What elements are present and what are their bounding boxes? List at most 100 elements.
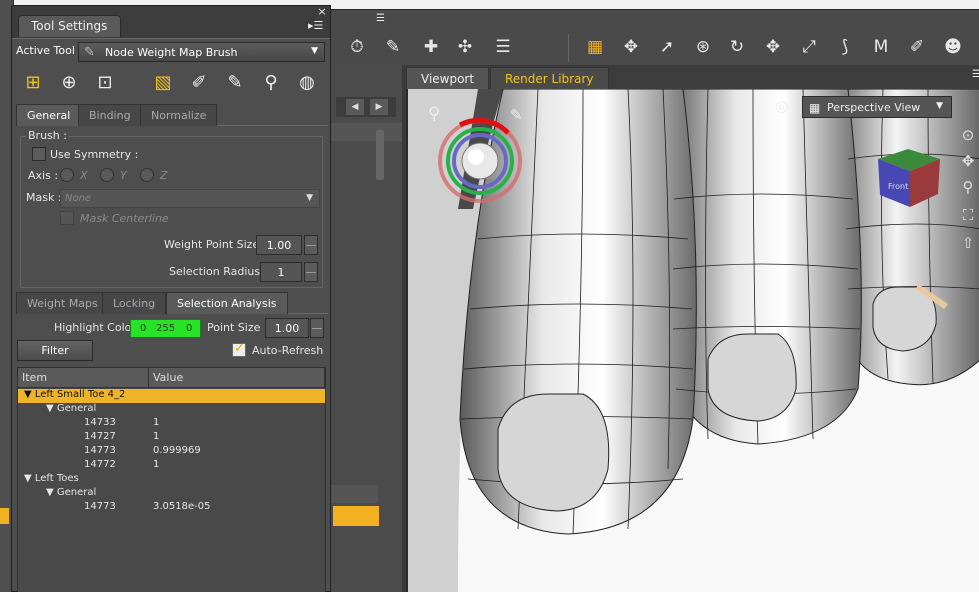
axis-y-radio[interactable] [100,168,114,182]
tree-row[interactable]: ▼ Left Small Toe 4_2 [18,389,325,403]
tab-normalize[interactable]: Normalize [140,104,218,126]
toolbar-menu-icon[interactable]: ☰ [376,13,390,27]
weight-point-size-label: Weight Point Size : [164,238,267,251]
column-header-value[interactable]: Value [149,368,325,388]
nav-prev-button[interactable]: ◀ [346,99,364,115]
tool-icon-row: ⊞ ⊕ ⊡ ▧ ✐ ✎ ⚲ ◍ [12,64,330,104]
tab-weight-maps[interactable]: Weight Maps [16,292,109,314]
viewport-menu-icon[interactable]: ☰ [972,69,979,80]
tree-row[interactable]: 14773 3.0518e-05 [18,501,325,515]
tree-row[interactable]: 14733 1 [18,417,325,431]
tree-row[interactable]: 14727 1 [18,431,325,445]
grid-icon: ▦ [809,101,821,115]
globe-icon[interactable]: ◎ [775,97,788,115]
camera-select[interactable]: ▦ Perspective View ▼ [802,96,952,118]
tab-locking[interactable]: Locking [102,292,167,314]
pin-toggle-icon[interactable]: ✎ [510,106,523,124]
mask-select[interactable]: None ▼ [60,189,320,208]
left-edge-highlight [0,508,9,524]
node-select-icon[interactable]: ✣ [454,36,476,58]
axis-label: Axis : [28,169,59,182]
node-add-icon[interactable]: ✚ [420,36,442,58]
weight-point-size-slider[interactable] [304,235,318,255]
active-tool-select[interactable]: ✎ Node Weight Map Brush ▼ [78,42,325,62]
column-header-item[interactable]: Item [18,368,149,388]
map-select-icon[interactable]: ▧ [150,70,176,96]
frame-icon[interactable]: ⛶ [958,206,978,226]
selected-row-highlight [333,506,379,526]
rotate-icon[interactable]: ↻ [726,36,748,58]
tree-row-item: ▼ Left Small Toe 4_2 [24,389,126,400]
paint-s-icon[interactable]: ✎ [222,70,248,96]
pane-row [330,485,378,503]
auto-refresh-checkbox[interactable] [232,341,246,357]
orbit-select-icon[interactable]: ⊛ [692,36,714,58]
tab-viewport[interactable]: Viewport [406,67,490,89]
paint-p-icon[interactable]: ✐ [186,70,212,96]
axis-z-radio[interactable] [140,168,154,182]
pan-icon[interactable]: ✥ [958,152,978,172]
pixel-grid-icon[interactable]: ▦ [584,36,606,58]
tree-row[interactable]: 14772 1 [18,459,325,473]
point-size-field[interactable]: 1.00 [265,318,309,338]
tab-general[interactable]: General [16,104,82,126]
axis-x-radio[interactable] [60,168,74,182]
pane-scrollbar[interactable] [376,130,384,180]
home-icon[interactable]: ⇧ [958,234,978,254]
brush-icon: ✎ [84,45,95,60]
toes-render: Front [408,89,979,592]
zoom-icon[interactable]: ⚲ [958,178,978,198]
tab-binding[interactable]: Binding [78,104,142,126]
select-bbox-icon[interactable]: ⊡ [92,70,118,96]
tree-row[interactable]: 14773 0.999969 [18,445,325,459]
axis-z-label: Z [160,169,168,182]
camera-pin-icon[interactable]: ⚲ [428,104,440,124]
filter-button[interactable]: Filter [17,340,93,361]
tree-row[interactable]: ▼ General [18,403,325,417]
panel-menu-icon[interactable]: ▸☰ [308,19,326,33]
point-size-slider[interactable] [310,318,324,338]
selection-radius-field[interactable]: 1 [260,262,302,282]
mask-centerline-checkbox[interactable] [60,211,74,225]
tree-row-item: ▼ General [46,487,97,498]
main-toolbar: ☰ ⏱ ✎ ✚ ✣ ☰ ▦ ✥ ➚ ⊛ ↻ ✥ ⤢ ⟆ M ✐ ☻ [330,9,979,65]
select-yellow-icon[interactable]: ⊞ [20,70,46,96]
zoom-dolly-icon[interactable]: ⊙ [958,126,978,146]
close-icon[interactable]: × [316,6,328,18]
select-region-icon[interactable]: ⊕ [56,70,82,96]
tree-row-value: 1 [153,459,160,470]
tab-render-library[interactable]: Render Library [490,67,609,89]
nav-next-button[interactable]: ▶ [370,99,388,115]
universal-icon[interactable]: ✥ [620,36,642,58]
active-tool-row: Active Tool : ✎ Node Weight Map Brush ▼ [12,38,330,64]
timer-icon[interactable]: ⏱ [346,36,368,58]
tree-row-item: 14773 [84,501,116,512]
tree-row-item: 14733 [84,417,116,428]
highlight-g: 255 [156,323,176,334]
geometry-icon[interactable]: M [870,36,892,58]
scale-icon[interactable]: ⤢ [798,36,820,58]
tool-settings-panel: Tool Settings × ▸☰ Active Tool : ✎ Node … [11,5,331,592]
tree-row[interactable]: ▼ General [18,487,325,501]
tree-row-item: 14772 [84,459,116,470]
tab-selection-analysis[interactable]: Selection Analysis [166,292,288,314]
pane-header [330,123,402,141]
weight-point-size-field[interactable]: 1.00 [256,235,302,255]
chevron-down-icon: ▼ [936,101,943,111]
align-icon[interactable]: ☰ [492,36,514,58]
tree-row[interactable]: ▼ Left Toes [18,473,325,487]
weight-brush-icon[interactable]: ✐ [906,36,928,58]
joint-icon[interactable]: ⟆ [834,36,856,58]
selection-radius-slider[interactable] [304,262,318,282]
tree-row-value: 1 [153,431,160,442]
pin-icon[interactable]: ⚲ [258,70,284,96]
viewport-canvas[interactable]: Front [406,89,979,592]
sphere-icon[interactable]: ◍ [294,70,320,96]
highlight-color-swatch[interactable]: 0 255 0 [130,319,201,338]
use-symmetry-checkbox[interactable] [32,147,46,161]
figure-icon[interactable]: ☻ [942,36,964,58]
panel-title-tab[interactable]: Tool Settings [18,15,121,37]
translate-icon[interactable]: ✥ [762,36,784,58]
pointer-icon[interactable]: ➚ [656,36,678,58]
eyedropper-icon[interactable]: ✎ [382,36,404,58]
